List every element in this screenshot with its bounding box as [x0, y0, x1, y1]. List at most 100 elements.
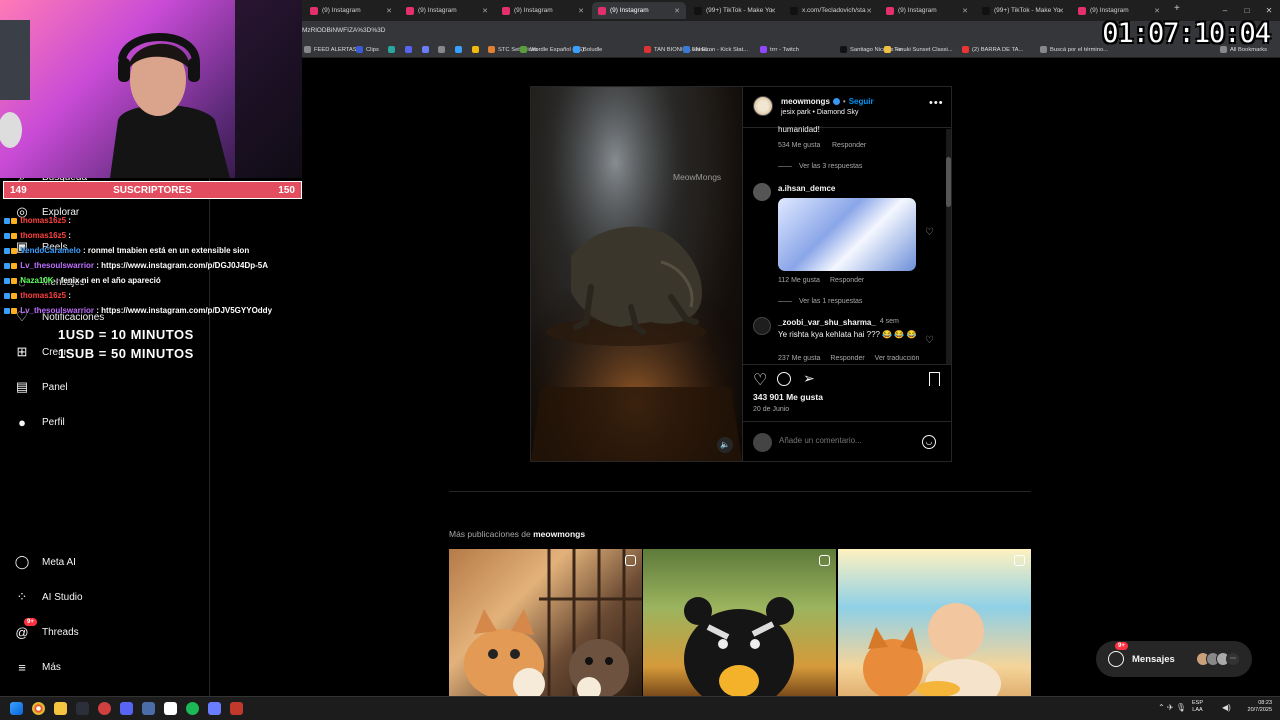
donation-rate-usd: 1USD = 10 MINUTOS — [58, 327, 194, 342]
discord-icon[interactable] — [120, 702, 133, 715]
browser-tab[interactable]: (9) Instagram ✕ — [304, 2, 398, 19]
app-icon[interactable] — [142, 702, 155, 715]
share-paper-plane-icon[interactable]: ➢ — [803, 370, 815, 387]
browser-tab[interactable]: (9) Instagram ✕ — [400, 2, 494, 19]
browser-tab[interactable]: (9) Instagram ✕ — [1072, 2, 1166, 19]
comment-like-heart-icon[interactable]: ♡ — [925, 227, 934, 238]
language-indicator[interactable]: ESP LAA — [1192, 700, 1203, 714]
bookmark-label: Clips — [366, 46, 379, 53]
comment-sticker-image[interactable] — [778, 198, 916, 271]
view-replies-button[interactable]: Ver las 1 respuestas — [799, 298, 862, 305]
nav-item-ai-studio[interactable]: ⁘ AI Studio — [14, 589, 83, 605]
commenter-username[interactable]: a.ihsan_demce — [778, 184, 835, 193]
close-tab-icon[interactable]: ✕ — [1058, 7, 1064, 15]
close-tab-icon[interactable]: ✕ — [674, 7, 680, 15]
messages-pill[interactable]: 9+ Mensajes ⋯ — [1096, 641, 1252, 677]
comment-likes[interactable]: 237 Me gusta — [778, 355, 820, 363]
browser-tab[interactable]: (99+) TikTok - Make Yo ✕ — [976, 2, 1070, 19]
app-icon[interactable] — [230, 702, 243, 715]
comments-scrollbar[interactable] — [946, 129, 951, 364]
notion-icon[interactable] — [164, 702, 177, 715]
bookmark-favicon-icon — [304, 46, 311, 53]
commenter-avatar[interactable] — [753, 317, 771, 335]
tray-icons[interactable]: ⌃ ✈ 🎙 — [1158, 703, 1186, 712]
nav-item-mas[interactable]: ≡ Más — [14, 659, 61, 675]
commenter-username[interactable]: _zoobi_var_shu_sharma_ — [778, 318, 876, 327]
replies-line — [778, 301, 792, 302]
close-tab-icon[interactable]: ✕ — [578, 7, 584, 15]
mute-icon[interactable]: 🔈 — [717, 437, 733, 453]
nav-item-perfil[interactable]: ● Perfil — [14, 414, 65, 430]
volume-icon[interactable]: ◀) — [1222, 703, 1231, 712]
bookmark-item[interactable] — [438, 46, 445, 53]
reel-video[interactable]: MeowMongs 🔈 — [531, 87, 742, 461]
file-explorer-icon[interactable] — [54, 702, 67, 715]
bookmark-item[interactable]: Boludle — [573, 46, 602, 53]
steam-icon[interactable] — [76, 702, 89, 715]
likes-count[interactable]: 343 901 Me gusta — [753, 392, 823, 402]
close-tab-icon[interactable]: ✕ — [482, 7, 488, 15]
bookmark-item[interactable]: Clips — [356, 46, 379, 53]
browser-tab[interactable]: x.com/Tecladovich/sta ✕ — [784, 2, 878, 19]
browser-tab[interactable]: (9) Instagram ✕ — [880, 2, 974, 19]
view-replies-button[interactable]: Ver las 3 respuestas — [799, 163, 862, 170]
more-post-thumbnail[interactable] — [838, 549, 1031, 696]
bookmark-item[interactable] — [405, 46, 412, 53]
like-heart-icon[interactable]: ♡ — [753, 370, 767, 390]
bookmark-item[interactable]: (2) BARRA DE TA... — [962, 46, 1023, 53]
url-text[interactable]: MzRlODBiNWFIZA%3D%3D — [302, 27, 385, 34]
browser-tab[interactable]: (9) Instagram ✕ — [592, 2, 686, 19]
bookmark-item[interactable] — [472, 46, 479, 53]
bookmark-item[interactable]: Tanuki Sunset Classi... — [884, 46, 953, 53]
close-tab-icon[interactable]: ✕ — [770, 7, 776, 15]
windows-start-icon[interactable] — [10, 702, 23, 715]
scrollbar-thumb[interactable] — [946, 157, 951, 207]
close-tab-icon[interactable]: ✕ — [386, 7, 392, 15]
reel-badge-icon — [819, 555, 830, 566]
nav-item-meta-ai[interactable]: ◯ Meta AI — [14, 554, 76, 570]
browser-tab[interactable]: (9) Instagram ✕ — [496, 2, 590, 19]
comment-input[interactable] — [779, 436, 919, 445]
more-post-thumbnail[interactable] — [449, 549, 642, 696]
comment-bubble-icon[interactable] — [777, 372, 791, 386]
bookmark-item[interactable]: sionaron - Kick Stat... — [683, 46, 748, 53]
more-options-icon[interactable]: ••• — [929, 97, 944, 109]
nav-item-panel[interactable]: ▤ Panel — [14, 379, 68, 395]
app-icon[interactable] — [208, 702, 221, 715]
bookmark-item[interactable]: trrr - Twitch — [760, 46, 799, 53]
close-tab-icon[interactable]: ✕ — [1154, 7, 1160, 15]
reply-button[interactable]: Responder — [830, 355, 864, 363]
comment-likes[interactable]: 534 Me gusta — [778, 142, 820, 149]
obs-icon[interactable] — [98, 702, 111, 715]
bookmark-item[interactable] — [422, 46, 429, 53]
close-tab-icon[interactable]: ✕ — [866, 7, 872, 15]
close-tab-icon[interactable]: ✕ — [962, 7, 968, 15]
bookmark-item[interactable] — [388, 46, 395, 53]
author-avatar[interactable] — [753, 96, 773, 116]
more-posts-author[interactable]: meowmongs — [533, 529, 585, 539]
lang-code: ESP — [1192, 700, 1204, 706]
comment-text: humanidad! — [778, 125, 820, 134]
translate-button[interactable]: Ver traducción — [875, 355, 920, 363]
comment-likes[interactable]: 112 Me gusta — [778, 277, 820, 284]
audio-track[interactable]: jesix park • Diamond Sky — [781, 109, 859, 116]
save-bookmark-icon[interactable] — [929, 372, 940, 386]
bookmark-item[interactable]: FEED ALERTAS — [304, 46, 357, 53]
more-post-thumbnail[interactable] — [643, 549, 836, 696]
nav-item-threads[interactable]: @9+ Threads — [14, 618, 79, 640]
commenter-avatar[interactable] — [753, 183, 771, 201]
browser-tab[interactable]: (99+) TikTok - Make Yo ✕ — [688, 2, 782, 19]
threads-icon: @9+ — [14, 618, 37, 640]
bookmark-item[interactable] — [455, 46, 462, 53]
follow-button[interactable]: Seguir — [849, 97, 874, 106]
new-tab-button[interactable]: + — [1174, 3, 1180, 14]
emoji-icon[interactable]: ◡ — [922, 435, 936, 449]
comment-like-heart-icon[interactable]: ♡ — [925, 335, 934, 346]
bookmark-item[interactable]: Buscá por el término... — [1040, 46, 1108, 53]
reply-button[interactable]: Responder — [832, 142, 866, 149]
chrome-icon[interactable] — [32, 702, 45, 715]
reply-button[interactable]: Responder — [830, 277, 864, 284]
spotify-icon[interactable] — [186, 702, 199, 715]
clock[interactable]: 08:23 20/7/2025 — [1238, 700, 1272, 714]
author-username[interactable]: meowmongs — [781, 97, 830, 106]
